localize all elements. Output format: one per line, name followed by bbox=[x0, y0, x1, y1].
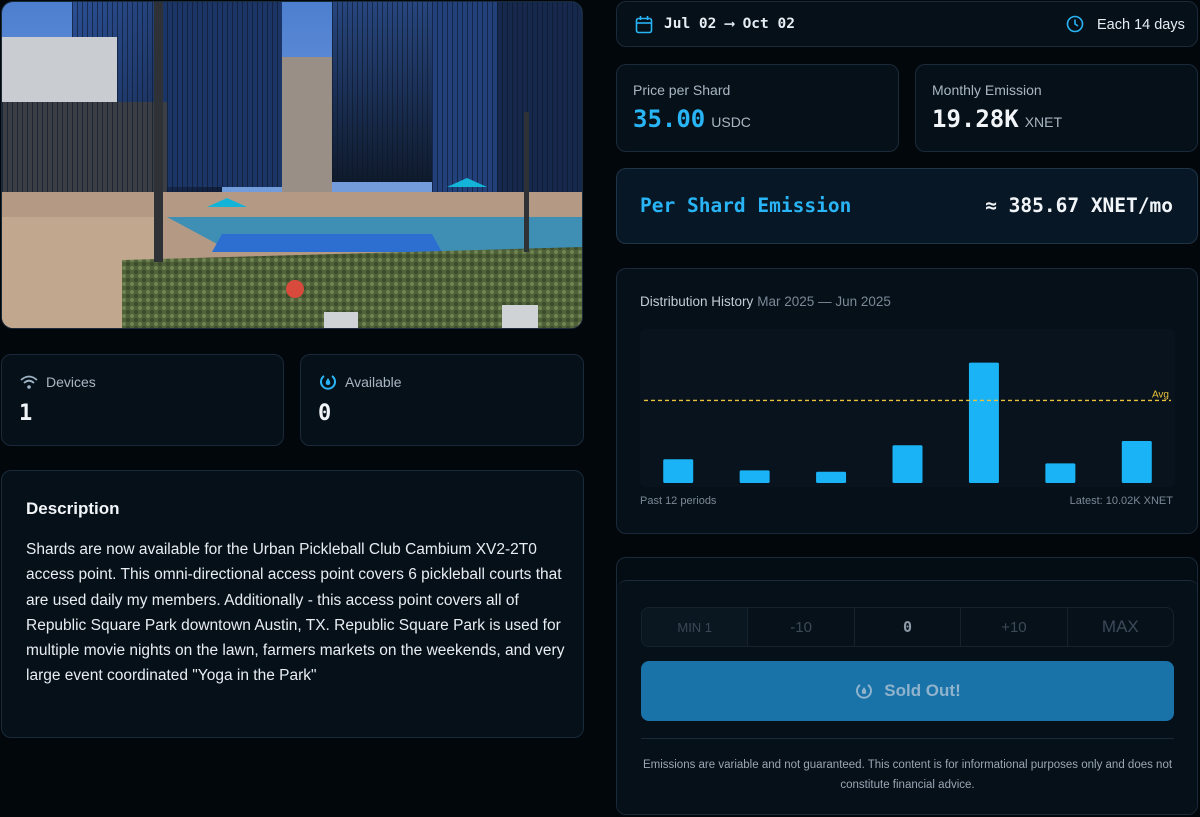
price-value-wrap: 35.00 USDC bbox=[633, 105, 751, 133]
chart-bar bbox=[739, 470, 770, 483]
quantity-value[interactable]: 0 bbox=[855, 608, 962, 646]
history-title: Distribution History bbox=[640, 294, 754, 309]
history-header: Distribution History Mar 2025 — Jun 2025 bbox=[640, 294, 891, 309]
per-shard-emission-card: Per Shard Emission ≈ 385.67 XNET/mo bbox=[616, 168, 1198, 244]
min-button[interactable]: MIN 1 bbox=[642, 608, 749, 646]
sold-out-label: Sold Out! bbox=[884, 681, 961, 700]
max-button[interactable]: MAX bbox=[1068, 608, 1173, 646]
history-footer-right: Latest: 10.02K XNET bbox=[1069, 495, 1173, 507]
chart-bar bbox=[663, 459, 694, 483]
history-footer-left: Past 12 periods bbox=[640, 495, 717, 507]
devices-label: Devices bbox=[46, 374, 96, 390]
price-card: Price per Shard 35.00 USDC bbox=[616, 64, 899, 152]
chart-bar bbox=[816, 471, 847, 483]
period-bar: Jul 02 ⟶ Oct 02 Each 14 days bbox=[616, 1, 1198, 47]
distribution-history-card: Distribution History Mar 2025 — Jun 2025 … bbox=[616, 268, 1198, 534]
location-photo bbox=[1, 1, 583, 329]
plus-ten-button[interactable]: +10 bbox=[961, 608, 1068, 646]
minus-ten-button[interactable]: -10 bbox=[748, 608, 855, 646]
clock-icon bbox=[1066, 15, 1084, 33]
monthly-label: Monthly Emission bbox=[932, 82, 1042, 98]
purchase-inner: MIN 1 -10 0 +10 MAX Sold Out! Emissions … bbox=[617, 580, 1197, 814]
chart-bar bbox=[1045, 463, 1076, 483]
monthly-unit: XNET bbox=[1024, 114, 1063, 130]
period-frequency: Each 14 days bbox=[1097, 17, 1185, 33]
chart-avg-label: Avg bbox=[1152, 389, 1169, 400]
description-text: Shards are now available for the Urban P… bbox=[26, 541, 565, 685]
droplet-icon bbox=[320, 375, 336, 390]
available-value: 0 bbox=[318, 401, 332, 426]
monthly-value-wrap: 19.28K XNET bbox=[932, 105, 1062, 133]
price-label: Price per Shard bbox=[633, 82, 731, 98]
devices-value: 1 bbox=[19, 401, 33, 426]
monthly-value: 19.28K bbox=[932, 105, 1019, 133]
distribution-chart: Avg bbox=[640, 329, 1175, 487]
chart-bar bbox=[968, 362, 999, 483]
chart-bar bbox=[1121, 441, 1152, 483]
available-label: Available bbox=[345, 374, 402, 390]
chart-bar bbox=[892, 445, 923, 483]
period-range: Jul 02 ⟶ Oct 02 bbox=[664, 16, 795, 32]
droplet-icon bbox=[856, 684, 873, 699]
per-shard-emission-value: ≈ 385.67 XNET/mo bbox=[985, 194, 1173, 217]
disclaimer: Emissions are variable and not guarantee… bbox=[642, 759, 1173, 791]
price-value: 35.00 bbox=[633, 105, 706, 133]
per-shard-emission-label: Per Shard Emission bbox=[640, 194, 852, 217]
calendar-icon bbox=[635, 16, 653, 34]
devices-card: Devices 1 bbox=[1, 354, 284, 446]
history-range: Mar 2025 — Jun 2025 bbox=[757, 294, 891, 309]
price-unit: USDC bbox=[711, 114, 751, 130]
divider bbox=[641, 738, 1174, 739]
description-title: Description bbox=[26, 499, 120, 518]
monthly-card: Monthly Emission 19.28K XNET bbox=[915, 64, 1198, 152]
available-card: Available 0 bbox=[300, 354, 584, 446]
purchase-panel: MIN 1 -10 0 +10 MAX Sold Out! Emissions … bbox=[616, 557, 1198, 815]
wifi-icon bbox=[20, 375, 38, 389]
quantity-stepper[interactable]: MIN 1 -10 0 +10 MAX bbox=[641, 607, 1174, 647]
sold-out-button[interactable]: Sold Out! bbox=[641, 661, 1174, 721]
description-card: Description Shards are now available for… bbox=[1, 470, 584, 738]
